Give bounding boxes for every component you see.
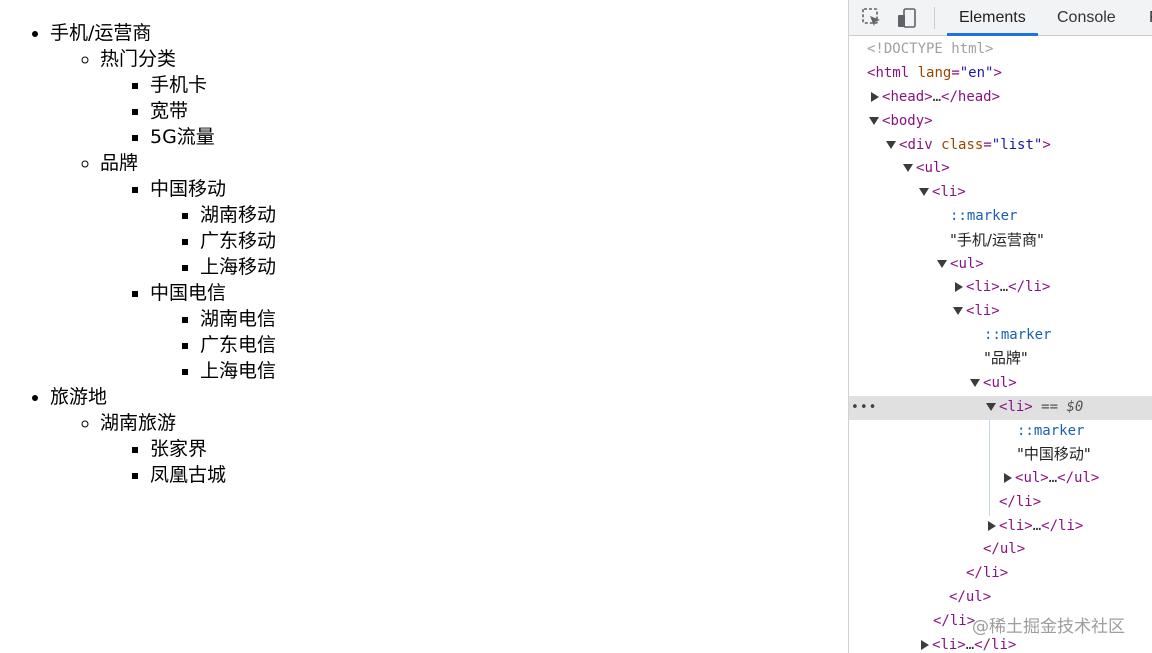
dom-row-ul[interactable]: <ul> bbox=[849, 253, 1152, 277]
li-open-tag: <li> bbox=[953, 300, 1000, 324]
dom-row-marker[interactable]: ::marker bbox=[849, 205, 1152, 229]
li-collapsed-tag: <li>…</li> bbox=[988, 515, 1083, 539]
collapse-triangle-icon[interactable] bbox=[953, 307, 963, 315]
dom-row-ul[interactable]: <ul> bbox=[849, 372, 1152, 396]
watermark: @稀土掘金技术社区 bbox=[972, 617, 1125, 637]
doctype-text: <!DOCTYPE html> bbox=[867, 41, 994, 57]
body-open-tag: <body> bbox=[869, 110, 933, 134]
expand-triangle-icon[interactable] bbox=[921, 640, 929, 650]
selected-node-marker: == $0 bbox=[1041, 399, 1084, 415]
text-node: "品牌" bbox=[984, 349, 1028, 367]
collapse-triangle-icon[interactable] bbox=[886, 141, 896, 149]
collapse-triangle-icon[interactable] bbox=[970, 379, 980, 387]
row-menu-icon[interactable]: ••• bbox=[851, 396, 877, 420]
marker-pseudo: ::marker bbox=[1017, 423, 1085, 439]
text-node: "中国移动" bbox=[1017, 445, 1091, 463]
dom-row-html[interactable]: <html lang="en"> bbox=[849, 62, 1152, 86]
dom-row-li[interactable]: <li> bbox=[849, 181, 1152, 205]
dom-row-ul-close[interactable]: </ul> bbox=[849, 538, 1152, 562]
dom-row-ul[interactable]: <ul> bbox=[849, 157, 1152, 181]
dom-tree: <!DOCTYPE html> <html lang="en"> <head>…… bbox=[0, 0, 1152, 653]
marker-pseudo: ::marker bbox=[984, 327, 1052, 343]
dom-row-li-collapsed[interactable]: <li>…</li> bbox=[849, 276, 1152, 300]
dom-row-doctype[interactable]: <!DOCTYPE html> bbox=[849, 38, 1152, 62]
ul-close-tag: </ul> bbox=[949, 589, 992, 605]
collapse-triangle-icon[interactable] bbox=[919, 188, 929, 196]
ul-open-tag: <ul> bbox=[937, 253, 984, 277]
li-close-tag: </li> bbox=[999, 494, 1042, 510]
html-open-tag: <html lang="en"> bbox=[867, 65, 1002, 81]
ul-close-tag: </ul> bbox=[983, 541, 1026, 557]
expand-triangle-icon[interactable] bbox=[988, 521, 996, 531]
dom-row-text[interactable]: "手机/运营商" bbox=[849, 229, 1152, 253]
dom-row-li-close[interactable]: </li> bbox=[849, 491, 1152, 515]
li-open-tag: <li> == $0 bbox=[986, 396, 1083, 420]
dom-row-li-close[interactable]: </li> bbox=[849, 562, 1152, 586]
li-open-tag: <li> bbox=[919, 181, 966, 205]
collapse-triangle-icon[interactable] bbox=[986, 403, 996, 411]
head-collapsed-tag: <head>…</head> bbox=[871, 86, 1000, 110]
dom-row-marker[interactable]: ::marker bbox=[849, 420, 1152, 444]
collapse-triangle-icon[interactable] bbox=[937, 260, 947, 268]
ul-collapsed-tag: <ul>…</ul> bbox=[1004, 467, 1099, 491]
marker-pseudo: ::marker bbox=[950, 208, 1018, 224]
dom-row-text[interactable]: "中国移动" bbox=[849, 443, 1152, 467]
screen: 手机/运营商 热门分类 手机卡 宽带 5G流量 品牌 bbox=[0, 0, 1152, 653]
ul-open-tag: <ul> bbox=[903, 157, 950, 181]
dom-row-li-collapsed[interactable]: <li>…</li> bbox=[849, 515, 1152, 539]
dom-row-text[interactable]: "品牌" bbox=[849, 347, 1152, 371]
div-open-tag: <div class="list"> bbox=[886, 134, 1051, 158]
dom-row-div-list[interactable]: <div class="list"> bbox=[849, 134, 1152, 158]
li-close-tag: </li> bbox=[966, 565, 1009, 581]
expand-triangle-icon[interactable] bbox=[871, 92, 879, 102]
dom-row-ul-close[interactable]: </ul> bbox=[849, 586, 1152, 610]
li-close-tag: </li> bbox=[933, 613, 976, 629]
dom-row-body[interactable]: <body> bbox=[849, 110, 1152, 134]
collapse-triangle-icon[interactable] bbox=[903, 164, 913, 172]
dom-row-ul-collapsed[interactable]: <ul>…</ul> bbox=[849, 467, 1152, 491]
dom-row-li[interactable]: <li> bbox=[849, 300, 1152, 324]
collapse-triangle-icon[interactable] bbox=[869, 117, 879, 125]
expand-triangle-icon[interactable] bbox=[1004, 473, 1012, 483]
ul-open-tag: <ul> bbox=[970, 372, 1017, 396]
text-node: "手机/运营商" bbox=[950, 231, 1044, 249]
expand-triangle-icon[interactable] bbox=[955, 282, 963, 292]
dom-row-li-selected[interactable]: ••• <li> == $0 bbox=[849, 396, 1152, 420]
li-collapsed-tag: <li>…</li> bbox=[955, 276, 1050, 300]
dom-row-marker[interactable]: ::marker bbox=[849, 324, 1152, 348]
dom-row-head[interactable]: <head>…</head> bbox=[849, 86, 1152, 110]
